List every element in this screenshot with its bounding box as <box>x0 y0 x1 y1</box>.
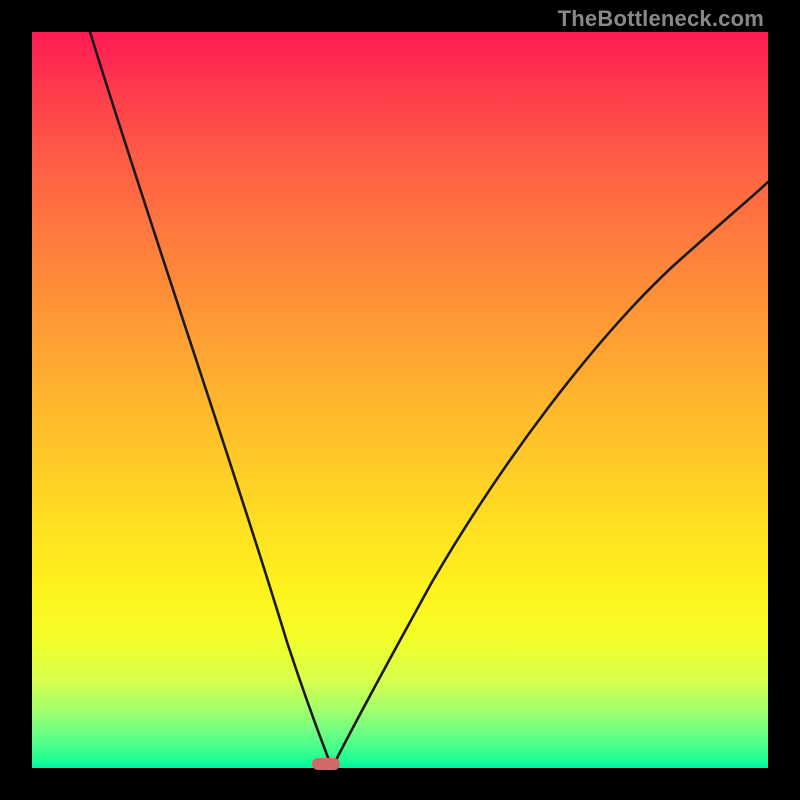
curve-right-branch <box>332 182 768 768</box>
watermark-text: TheBottleneck.com <box>558 6 764 32</box>
curve-left-branch <box>90 32 332 768</box>
minimum-marker <box>312 758 340 770</box>
bottleneck-curve <box>32 32 768 768</box>
